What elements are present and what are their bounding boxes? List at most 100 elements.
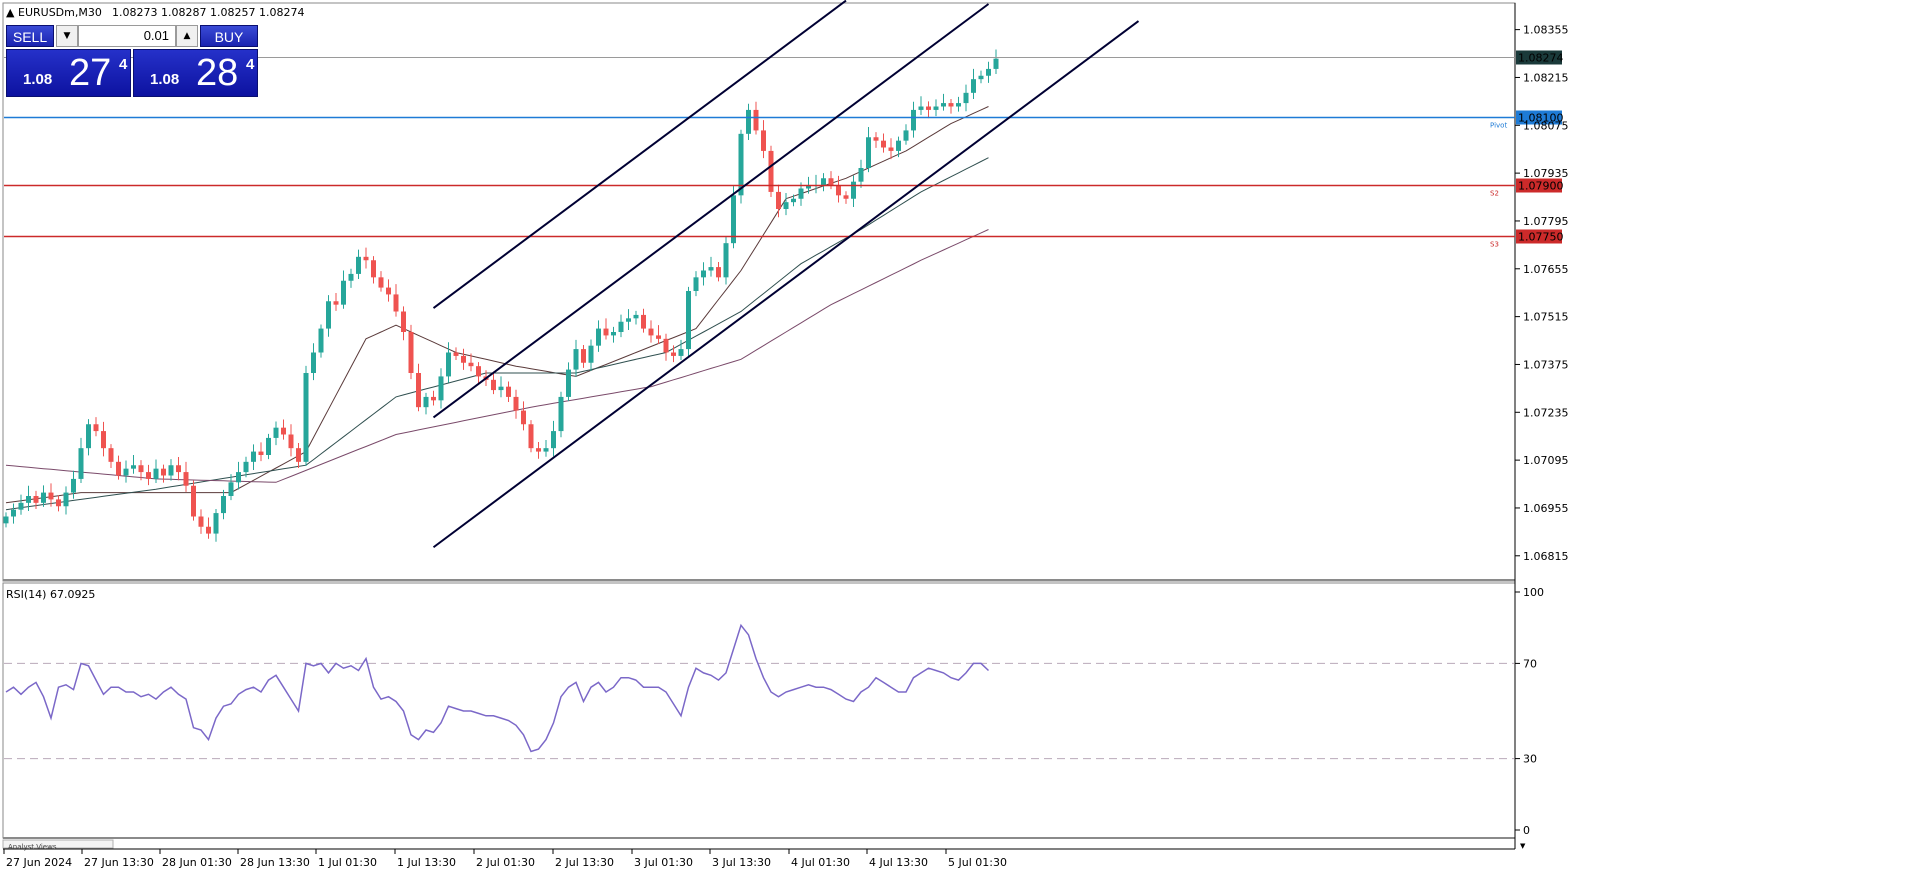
- candle-body: [896, 140, 901, 151]
- candle-body: [851, 181, 856, 199]
- candle-body: [416, 373, 421, 408]
- sell-price-box[interactable]: 1.08 27 4: [6, 49, 131, 97]
- candle-body: [191, 485, 196, 517]
- candle-body: [333, 301, 339, 305]
- sell-button[interactable]: SELL: [6, 25, 54, 47]
- price-tick-label: 1.07095: [1523, 454, 1569, 467]
- time-tick-label: 5 Jul 01:30: [948, 856, 1007, 869]
- price-tick-label: 1.07655: [1523, 263, 1569, 276]
- rsi-tick-label: 30: [1523, 753, 1537, 766]
- candle-body: [378, 277, 384, 288]
- candle-body: [603, 328, 609, 336]
- candle-body: [123, 468, 129, 476]
- lot-increase-button[interactable]: ▲: [176, 25, 198, 47]
- buy-button[interactable]: BUY: [200, 25, 258, 47]
- candle-body: [153, 468, 159, 479]
- candle-body: [48, 492, 54, 500]
- candle-body: [596, 328, 601, 346]
- sell-price-sup: 4: [119, 56, 128, 73]
- candle-body: [281, 427, 286, 435]
- lot-decrease-button[interactable]: ▼: [56, 25, 78, 47]
- candle-body: [753, 109, 759, 131]
- price-tick-label: 1.07795: [1523, 215, 1569, 228]
- price-tick-label: 1.07375: [1523, 358, 1569, 371]
- candle-body: [363, 256, 369, 261]
- price-tick-label: 1.08215: [1523, 71, 1569, 84]
- candle-body: [438, 376, 444, 401]
- candle-body: [161, 468, 166, 476]
- candle-body: [446, 352, 451, 377]
- candle-body: [963, 92, 969, 104]
- candle-body: [506, 386, 511, 397]
- candle-body: [723, 243, 729, 278]
- candle-body: [678, 349, 684, 356]
- candle-body: [918, 106, 924, 110]
- candle-body: [453, 352, 459, 356]
- time-tick-label: 27 Jun 2024: [6, 856, 72, 869]
- candle-body: [348, 273, 354, 281]
- candle-body: [671, 352, 676, 356]
- candle-body: [356, 256, 361, 274]
- candle-body: [206, 526, 211, 534]
- candle-body: [536, 448, 541, 452]
- candle-body: [948, 103, 954, 107]
- buy-price-box[interactable]: 1.08 28 4: [133, 49, 258, 97]
- candle-body: [873, 137, 879, 141]
- lot-size-input[interactable]: 0.01: [78, 25, 176, 47]
- candle-body: [423, 396, 429, 408]
- candle-body: [288, 434, 294, 449]
- candle-body: [933, 106, 939, 110]
- candle-body: [648, 328, 654, 336]
- candle-body: [33, 496, 39, 503]
- scroll-down-icon[interactable]: ▼: [1520, 842, 1526, 850]
- candle-body: [491, 379, 496, 391]
- rsi-tick-label: 100: [1523, 586, 1544, 599]
- candle-body: [708, 267, 714, 271]
- candle-body: [971, 79, 976, 93]
- buy-price-prefix: 1.08: [150, 71, 180, 88]
- candle-body: [371, 260, 376, 278]
- chart-canvas[interactable]: 1.082741.08100Pivot1.07900S21.07750S3 1.…: [0, 0, 1916, 874]
- candle-body: [521, 410, 526, 425]
- candle-body: [168, 465, 174, 476]
- chart-ohlc: 1.08273 1.08287 1.08257 1.08274: [112, 6, 304, 19]
- candle-body: [273, 427, 279, 438]
- candle-body: [401, 311, 406, 332]
- candle-body: [236, 472, 241, 483]
- candle-body: [341, 280, 346, 305]
- support-marker-label: S3: [1490, 241, 1499, 249]
- candle-body: [198, 516, 204, 527]
- time-tick-label: 1 Jul 01:30: [318, 856, 377, 869]
- candle-body: [716, 267, 721, 278]
- time-tick-label: 1 Jul 13:30: [397, 856, 456, 869]
- candle-body: [116, 461, 121, 476]
- time-tick-label: 3 Jul 01:30: [634, 856, 693, 869]
- sell-price-big: 27: [69, 52, 112, 94]
- price-tick-label: 1.08355: [1523, 24, 1569, 37]
- candle-body: [86, 424, 91, 449]
- candle-body: [131, 465, 136, 469]
- time-tick-label: 2 Jul 01:30: [476, 856, 535, 869]
- time-axis: 27 Jun 2024 27 Jun 13:30 28 Jun 01:30 28 Ju…: [3, 849, 1007, 869]
- symbol-collapse-icon[interactable]: ▲: [6, 6, 15, 19]
- candle-body: [941, 103, 946, 107]
- candle-body: [78, 448, 84, 479]
- analyst-views-label: Analyst Views: [8, 843, 57, 851]
- support-price-tag-label: 1.07750: [1518, 231, 1564, 244]
- candle-body: [903, 130, 909, 141]
- candle-body: [828, 178, 834, 186]
- candle-body: [978, 75, 984, 80]
- candle-body: [56, 499, 61, 507]
- candle-body: [573, 349, 579, 370]
- candle-body: [468, 362, 474, 367]
- candle-body: [633, 314, 639, 319]
- price-tick-label: 1.07515: [1523, 311, 1569, 324]
- rsi-pane[interactable]: [2, 582, 1516, 839]
- candle-body: [761, 130, 766, 151]
- candle-body: [783, 202, 789, 209]
- candle-body: [41, 492, 46, 503]
- buy-price-big: 28: [196, 52, 239, 94]
- rsi-tick-label: 70: [1523, 657, 1537, 670]
- candle-body: [408, 332, 414, 373]
- candle-body: [543, 448, 549, 452]
